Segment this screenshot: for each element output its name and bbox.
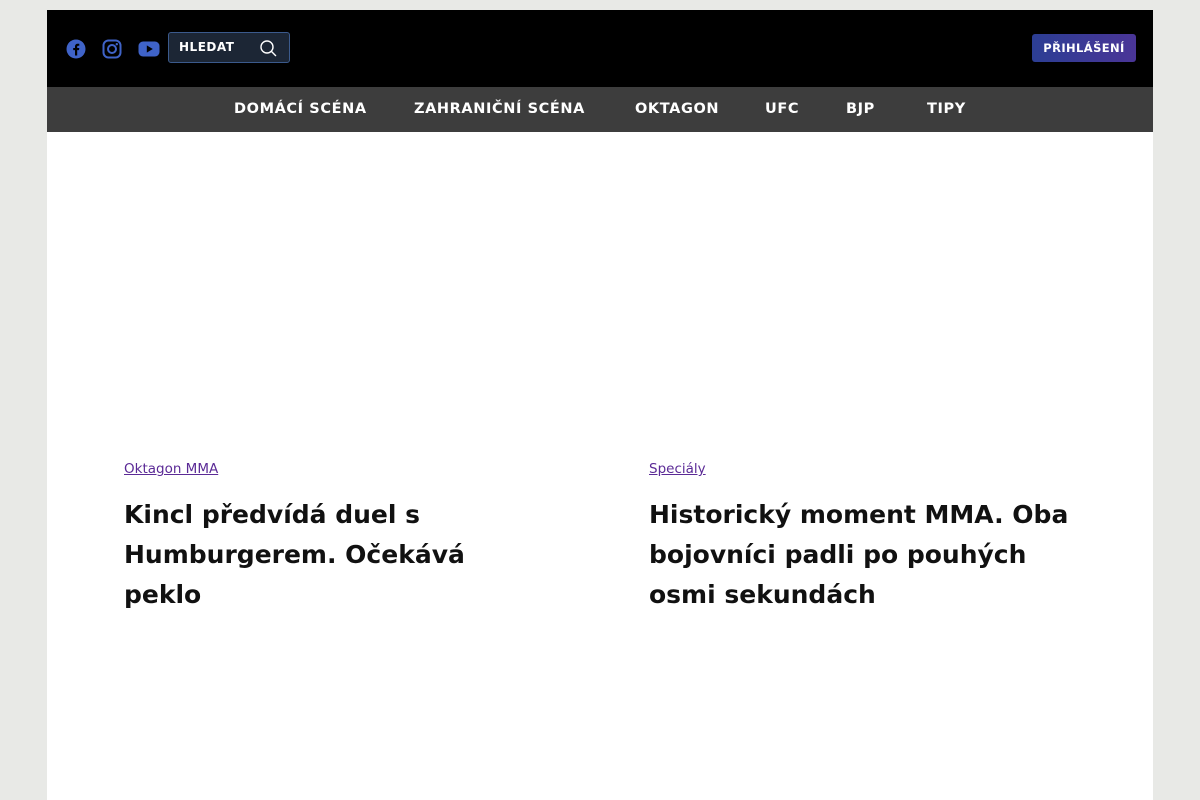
nav-item-bjp[interactable]: BJP [846,101,875,117]
article-headline[interactable]: Historický moment MMA. Oba bojovníci pad… [649,495,1079,615]
article-card: Oktagon MMA Kincl předvídá duel s Humbur… [124,461,544,631]
nav-item-ufc[interactable]: UFC [765,101,799,117]
article-category-link[interactable]: Oktagon MMA [124,461,218,477]
nav-item-zahranicni-scena[interactable]: ZAHRANIČNÍ SCÉNA [414,101,585,117]
nav-item-domaci-scena[interactable]: DOMÁCÍ SCÉNA [234,101,367,117]
nav-item-tipy[interactable]: TIPY [927,101,966,117]
article-category-link[interactable]: Speciály [649,461,706,477]
article-card: Speciály Historický moment MMA. Oba bojo… [649,461,1079,631]
youtube-icon[interactable] [138,39,160,59]
search-icon[interactable] [259,39,277,61]
instagram-icon[interactable] [102,39,122,59]
page-container: HLEDAT PŘIHLÁŠENÍ DOMÁCÍ SCÉNA ZAHRANIČN… [47,10,1153,800]
article-headline[interactable]: Kincl předvídá duel s Humburgerem. Očeká… [124,495,544,615]
nav-item-oktagon[interactable]: OKTAGON [635,101,719,117]
main-nav: DOMÁCÍ SCÉNA ZAHRANIČNÍ SCÉNA OKTAGON UF… [47,87,1153,132]
top-bar: HLEDAT PŘIHLÁŠENÍ [47,10,1153,87]
search-label: HLEDAT [179,40,235,54]
login-button[interactable]: PŘIHLÁŠENÍ [1032,34,1136,62]
facebook-icon[interactable] [66,39,86,59]
search-box[interactable]: HLEDAT [168,32,290,63]
